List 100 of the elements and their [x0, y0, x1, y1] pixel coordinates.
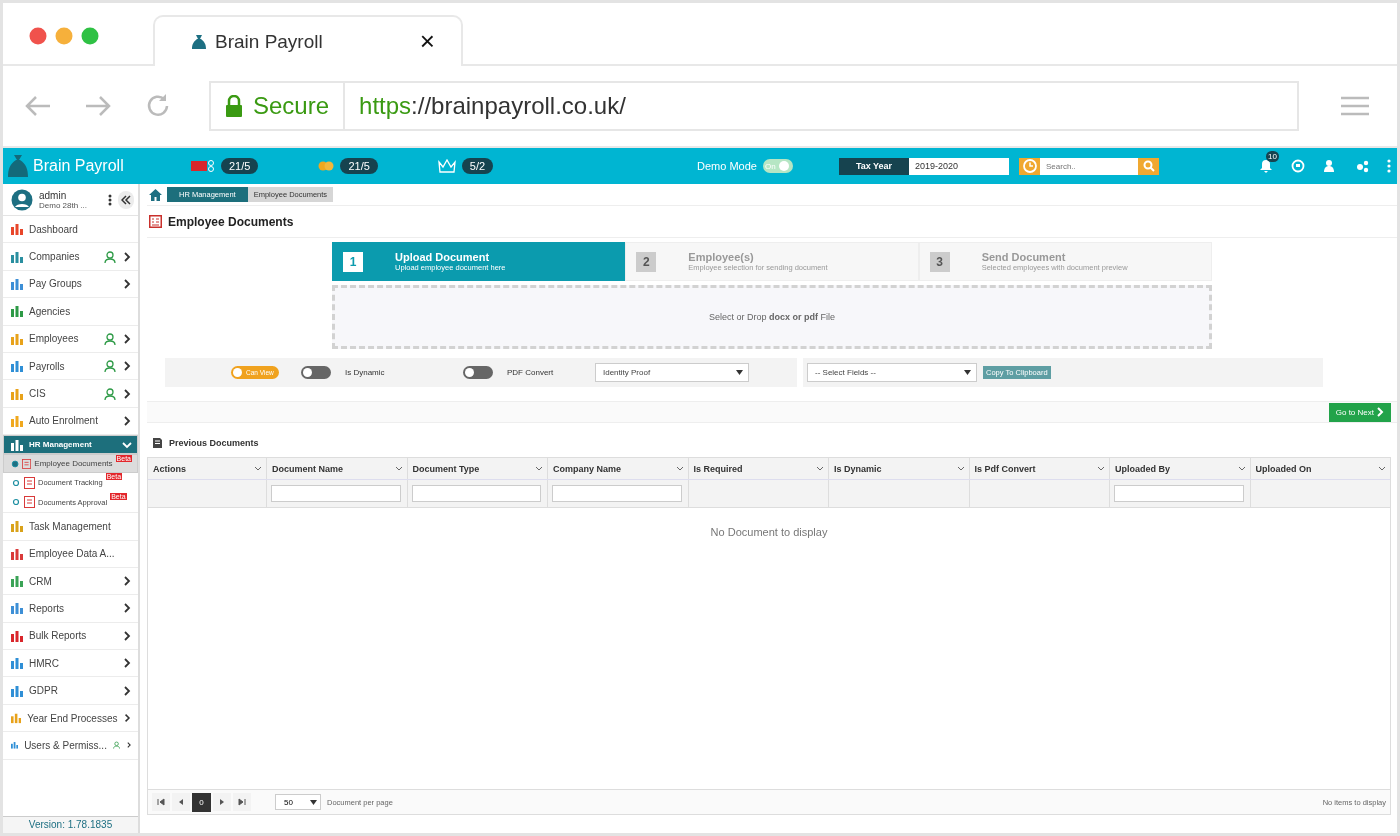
last-page-icon[interactable] — [233, 793, 251, 811]
count-badge: 21/5 — [340, 158, 378, 174]
document-icon — [22, 457, 32, 470]
page-number[interactable]: 0 — [192, 792, 211, 812]
browser-tab[interactable]: Brain Payroll × — [153, 15, 463, 66]
column-header[interactable]: Company Name — [547, 458, 688, 479]
chevron-icon[interactable] — [394, 466, 403, 471]
bars-icon — [11, 629, 23, 642]
forward-icon[interactable] — [85, 95, 111, 117]
chevron-icon[interactable] — [1097, 466, 1105, 471]
filter-field[interactable] — [1114, 485, 1244, 502]
back-icon[interactable] — [25, 95, 51, 117]
sidebar-item[interactable]: HR Management — [3, 435, 138, 455]
user-icon[interactable] — [1323, 159, 1337, 173]
column-header[interactable]: Is Pdf Convert — [968, 458, 1109, 479]
tax-year-dropdown[interactable]: 2019-2020 — [909, 157, 1009, 175]
chevron-icon[interactable] — [675, 466, 684, 471]
sidebar-item[interactable]: Year End Processes — [3, 704, 138, 733]
sidebar-item[interactable]: Task Management — [3, 513, 138, 541]
chevron-icon — [122, 685, 132, 696]
sidebar-item[interactable]: Employees — [3, 325, 138, 353]
chevron-icon[interactable] — [535, 466, 543, 471]
bars-icon — [11, 223, 23, 236]
person-icon[interactable] — [104, 332, 116, 345]
window-control-icon[interactable] — [81, 27, 99, 45]
sidebar-item[interactable]: Reports — [3, 595, 138, 623]
next-page-icon[interactable] — [213, 793, 231, 811]
node-icon — [11, 458, 20, 469]
toggle-switch[interactable] — [301, 366, 331, 379]
money-bag-icon — [7, 154, 29, 178]
step-title: Upload Document — [395, 251, 491, 263]
filter-field[interactable] — [552, 485, 682, 502]
search-button[interactable] — [1138, 157, 1159, 175]
first-page-icon[interactable] — [152, 793, 170, 811]
reload-icon[interactable] — [145, 93, 171, 119]
chevron-icon[interactable] — [956, 466, 965, 471]
sidebar-item[interactable]: HMRC — [3, 650, 138, 678]
page-title: Employee Documents — [168, 214, 294, 229]
sidebar-item[interactable]: Payrolls — [3, 352, 138, 381]
page-size-dropdown[interactable]: 50 — [275, 794, 321, 810]
history-button[interactable] — [1019, 157, 1040, 175]
document-icon — [149, 215, 162, 228]
bars-icon — [11, 739, 19, 752]
chevron-icon — [122, 415, 132, 426]
person-icon[interactable] — [104, 360, 116, 373]
column-header[interactable]: Uploaded By — [1109, 458, 1250, 479]
column-header[interactable]: Is Dynamic — [828, 458, 969, 479]
sidebar-item[interactable]: Agencies — [3, 298, 138, 326]
document-type-dropdown[interactable]: Identity Proof — [595, 363, 749, 382]
close-button[interactable]: × — [419, 26, 435, 57]
previous-page-icon[interactable] — [172, 793, 190, 811]
file-drop-zone[interactable]: Select or Drop docx or pdf File — [332, 285, 1212, 349]
person-icon[interactable] — [112, 739, 121, 752]
sidebar-item[interactable]: Dashboard — [3, 216, 138, 244]
chevron-icon[interactable] — [1378, 466, 1386, 471]
chevron-icon[interactable] — [254, 466, 262, 471]
window-control-icon[interactable] — [55, 27, 73, 45]
home-icon[interactable] — [149, 188, 162, 201]
sidebar-item[interactable]: Companies — [3, 243, 138, 271]
address-field[interactable]: Secure https://brainpayroll.co.uk/ — [209, 81, 1299, 131]
filter-field[interactable] — [411, 485, 541, 502]
sidebar-item[interactable]: CIS — [3, 380, 138, 408]
document-icon — [24, 496, 35, 509]
sidebar-item[interactable]: CRM — [3, 567, 138, 596]
company-name: Demo 28th ... — [39, 200, 89, 210]
tax-scissors-icon — [191, 160, 215, 172]
chevron-icon[interactable] — [816, 466, 824, 471]
person-icon[interactable] — [104, 387, 116, 400]
chevron-icon[interactable] — [1237, 466, 1246, 471]
version-label: Version: 1.78.1835 — [3, 816, 138, 833]
section-title: Previous Documents — [169, 438, 259, 448]
column-header[interactable]: Is Required — [687, 458, 828, 479]
column-header[interactable]: Actions — [148, 458, 266, 479]
search-field[interactable]: Search.. — [1040, 157, 1138, 175]
column-header[interactable]: Document Type — [406, 458, 547, 479]
sidebar-item[interactable]: Employee Data A... — [3, 540, 138, 568]
toggle-label: PDF Convert — [507, 368, 554, 377]
column-header[interactable]: Uploaded On — [1249, 458, 1390, 479]
sidebar-item[interactable]: Pay Groups — [3, 270, 138, 299]
collapse-button[interactable] — [118, 190, 134, 209]
column-header[interactable]: Document Name — [266, 458, 407, 479]
dropdown-icon — [310, 799, 317, 805]
tax-year-label: Tax Year — [839, 157, 909, 175]
more-icon[interactable] — [108, 193, 112, 206]
tab-title: Brain Payroll — [215, 30, 324, 53]
person-icon[interactable] — [104, 250, 116, 263]
sidebar-item[interactable]: GDPR — [3, 677, 138, 705]
bell-icon[interactable] — [1259, 159, 1273, 173]
fields-dropdown[interactable]: -- Select Fields -- — [807, 363, 977, 382]
toggle-switch[interactable] — [463, 366, 493, 379]
bars-icon — [11, 684, 23, 697]
bars-icon — [11, 414, 23, 427]
support-icon[interactable] — [1291, 159, 1305, 173]
filter-field[interactable] — [271, 485, 401, 502]
menu-icon[interactable] — [1341, 96, 1369, 116]
window-control-icon[interactable] — [29, 27, 47, 45]
step-number: 2 — [636, 251, 657, 272]
sidebar-item[interactable]: Bulk Reports — [3, 622, 138, 651]
bars-icon — [11, 332, 23, 345]
sidebar-item[interactable]: Users & Permiss... — [3, 732, 138, 760]
